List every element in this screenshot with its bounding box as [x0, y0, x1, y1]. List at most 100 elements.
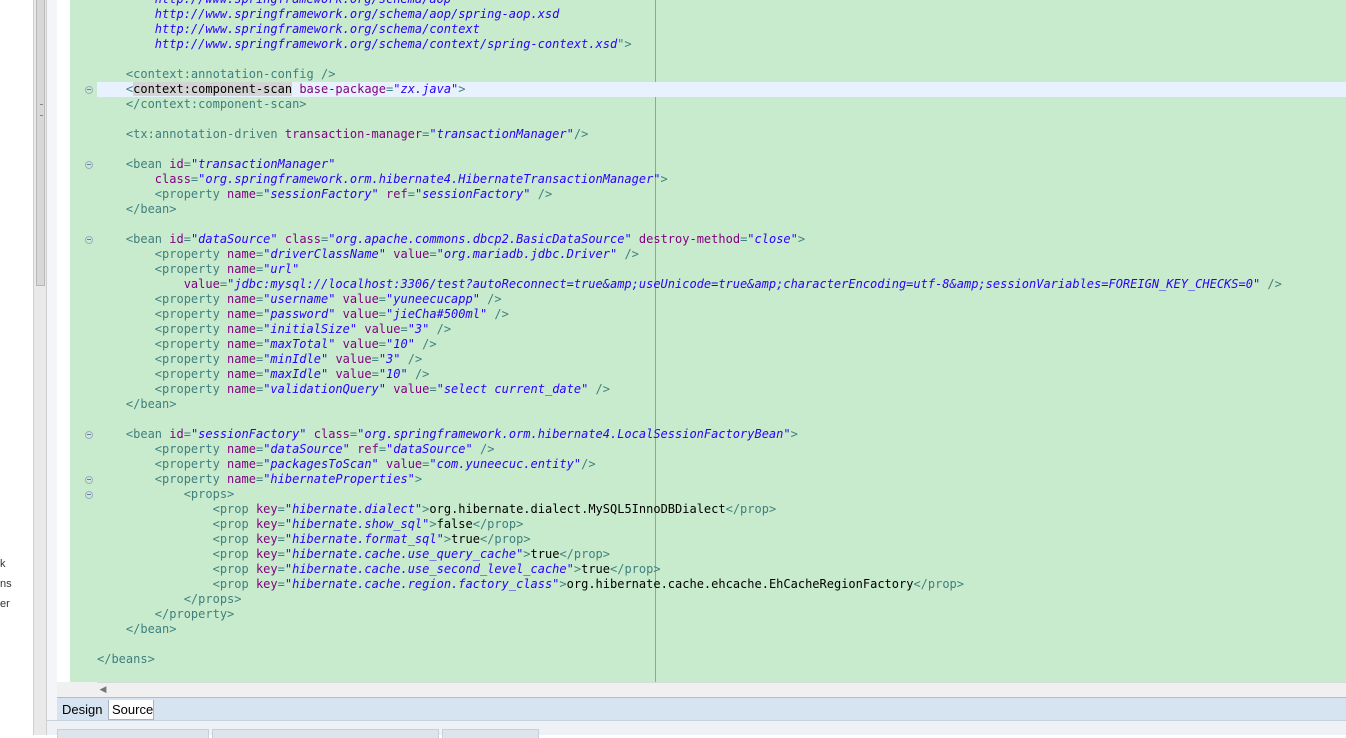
- code-line[interactable]: <property name="maxTotal" value="10" />: [97, 337, 1346, 352]
- code-token: "url": [263, 262, 300, 276]
- code-token: />: [414, 337, 437, 351]
- code-token: "3": [407, 322, 430, 336]
- code-line[interactable]: <property name="validationQuery" value="…: [97, 382, 1346, 397]
- code-line[interactable]: </bean>: [97, 397, 1346, 412]
- scroll-left-icon[interactable]: ◀: [97, 684, 109, 696]
- code-token: =: [277, 562, 285, 576]
- code-token: <property: [97, 307, 228, 321]
- code-line[interactable]: </beans>: [97, 652, 1346, 667]
- code-line[interactable]: <context:component-scan base-package="zx…: [85, 82, 1346, 97]
- code-token: "jieCha#500ml": [386, 307, 488, 321]
- code-line[interactable]: <property name="initialSize" value="3" /…: [97, 322, 1346, 337]
- code-token: http://www.springframework.org/schema/co…: [97, 22, 480, 36]
- bottom-view-tab[interactable]: [57, 729, 209, 738]
- code-line[interactable]: <bean id="transactionManager": [85, 157, 1346, 172]
- code-token: value: [342, 292, 379, 306]
- code-line[interactable]: <prop key="hibernate.dialect">org.hibern…: [97, 502, 1346, 517]
- code-token: ">: [617, 37, 632, 51]
- code-line[interactable]: <prop key="hibernate.show_sql">false</pr…: [97, 517, 1346, 532]
- code-line[interactable]: <prop key="hibernate.cache.use_second_le…: [97, 562, 1346, 577]
- code-token: </prop>: [913, 577, 965, 591]
- code-token: http://www.springframework.org/schema/co…: [97, 37, 618, 51]
- code-line[interactable]: <property name="maxIdle" value="10" />: [97, 367, 1346, 382]
- code-line[interactable]: http://www.springframework.org/schema/ao…: [97, 7, 1346, 22]
- collapse-icon[interactable]: [85, 431, 93, 439]
- code-line[interactable]: <context:annotation-config />: [97, 67, 1346, 82]
- left-view-scroll-thumb[interactable]: [36, 0, 45, 286]
- editor-margin: [57, 0, 70, 682]
- code-token: <prop: [97, 547, 256, 561]
- code-line[interactable]: <property name="url": [97, 262, 1346, 277]
- code-token: name: [227, 262, 256, 276]
- code-token: />: [429, 322, 452, 336]
- code-line[interactable]: <prop key="hibernate.format_sql">true</p…: [97, 532, 1346, 547]
- code-token: class: [313, 427, 350, 441]
- code-token: </context:component-scan>: [97, 97, 307, 111]
- code-line[interactable]: </props>: [97, 592, 1346, 607]
- source-lines[interactable]: http://www.springframework.org/schema/ao…: [85, 0, 1346, 667]
- code-line[interactable]: <props>: [85, 487, 1346, 502]
- collapse-icon[interactable]: [85, 161, 93, 169]
- bottom-view-tab[interactable]: [442, 729, 539, 738]
- code-line[interactable]: <property name="packagesToScan" value="c…: [97, 457, 1346, 472]
- code-line[interactable]: <property name="sessionFactory" ref="ses…: [97, 187, 1346, 202]
- code-line[interactable]: [97, 112, 1346, 127]
- collapse-icon[interactable]: [85, 86, 93, 94]
- code-line[interactable]: [97, 412, 1346, 427]
- code-line[interactable]: <bean id="sessionFactory" class="org.spr…: [85, 427, 1346, 442]
- collapse-icon[interactable]: [85, 491, 93, 499]
- code-line[interactable]: [97, 142, 1346, 157]
- code-line[interactable]: <bean id="dataSource" class="org.apache.…: [85, 232, 1346, 247]
- code-line[interactable]: </bean>: [97, 622, 1346, 637]
- code-line[interactable]: <property name="hibernateProperties">: [85, 472, 1346, 487]
- code-token: false: [436, 517, 473, 531]
- collapse-icon[interactable]: [85, 476, 93, 484]
- code-token: "hibernate.show_sql": [284, 517, 430, 531]
- code-token: "dataSource": [263, 442, 350, 456]
- left-view-scrollbar[interactable]: [33, 0, 47, 735]
- editor-ruler[interactable]: [70, 0, 97, 682]
- collapse-icon[interactable]: [85, 236, 93, 244]
- code-line[interactable]: </context:component-scan>: [97, 97, 1346, 112]
- code-line[interactable]: http://www.springframework.org/schema/co…: [97, 22, 1346, 37]
- bottom-view-tab[interactable]: [212, 729, 439, 738]
- code-token: <: [97, 82, 134, 96]
- code-token: value: [342, 307, 379, 321]
- code-token: "sessionFactory": [414, 187, 531, 201]
- code-token: value: [97, 277, 220, 291]
- code-line[interactable]: <prop key="hibernate.cache.region.factor…: [97, 577, 1346, 592]
- code-token: =: [277, 577, 285, 591]
- code-line[interactable]: <prop key="hibernate.cache.use_query_cac…: [97, 547, 1346, 562]
- code-line[interactable]: [97, 637, 1346, 652]
- code-token: <context:annotation-config />: [97, 67, 336, 81]
- code-token: =: [277, 502, 285, 516]
- code-token: <property: [97, 247, 228, 261]
- code-line[interactable]: [97, 52, 1346, 67]
- code-line[interactable]: <property name="driverClassName" value="…: [97, 247, 1346, 262]
- code-token: "validationQuery": [263, 382, 387, 396]
- code-token: "dataSource": [190, 232, 278, 246]
- code-token: </bean>: [97, 397, 177, 411]
- code-token: "org.springframework.orm.hibernate4.Hibe…: [198, 172, 661, 186]
- code-line[interactable]: class="org.springframework.orm.hibernate…: [97, 172, 1346, 187]
- code-token: context:component-scan: [133, 82, 293, 96]
- code-line[interactable]: </bean>: [97, 202, 1346, 217]
- code-line[interactable]: value="jdbc:mysql://localhost:3306/test?…: [97, 277, 1346, 292]
- tab-design[interactable]: Design: [59, 700, 107, 720]
- code-line[interactable]: <property name="password" value="jieCha#…: [97, 307, 1346, 322]
- code-line[interactable]: <tx:annotation-driven transaction-manage…: [97, 127, 1346, 142]
- tab-source[interactable]: Source: [108, 700, 154, 720]
- code-line[interactable]: </property>: [97, 607, 1346, 622]
- code-line[interactable]: [97, 217, 1346, 232]
- code-line[interactable]: <property name="dataSource" ref="dataSou…: [97, 442, 1346, 457]
- code-token: </bean>: [97, 622, 177, 636]
- code-line[interactable]: http://www.springframework.org/schema/ao…: [97, 0, 1346, 7]
- code-line[interactable]: http://www.springframework.org/schema/co…: [97, 37, 1346, 52]
- code-line[interactable]: <property name="username" value="yuneecu…: [97, 292, 1346, 307]
- code-token: "username": [263, 292, 336, 306]
- horizontal-scrollbar[interactable]: ◀: [97, 682, 1346, 697]
- code-token: <property: [97, 442, 228, 456]
- code-line[interactable]: <property name="minIdle" value="3" />: [97, 352, 1346, 367]
